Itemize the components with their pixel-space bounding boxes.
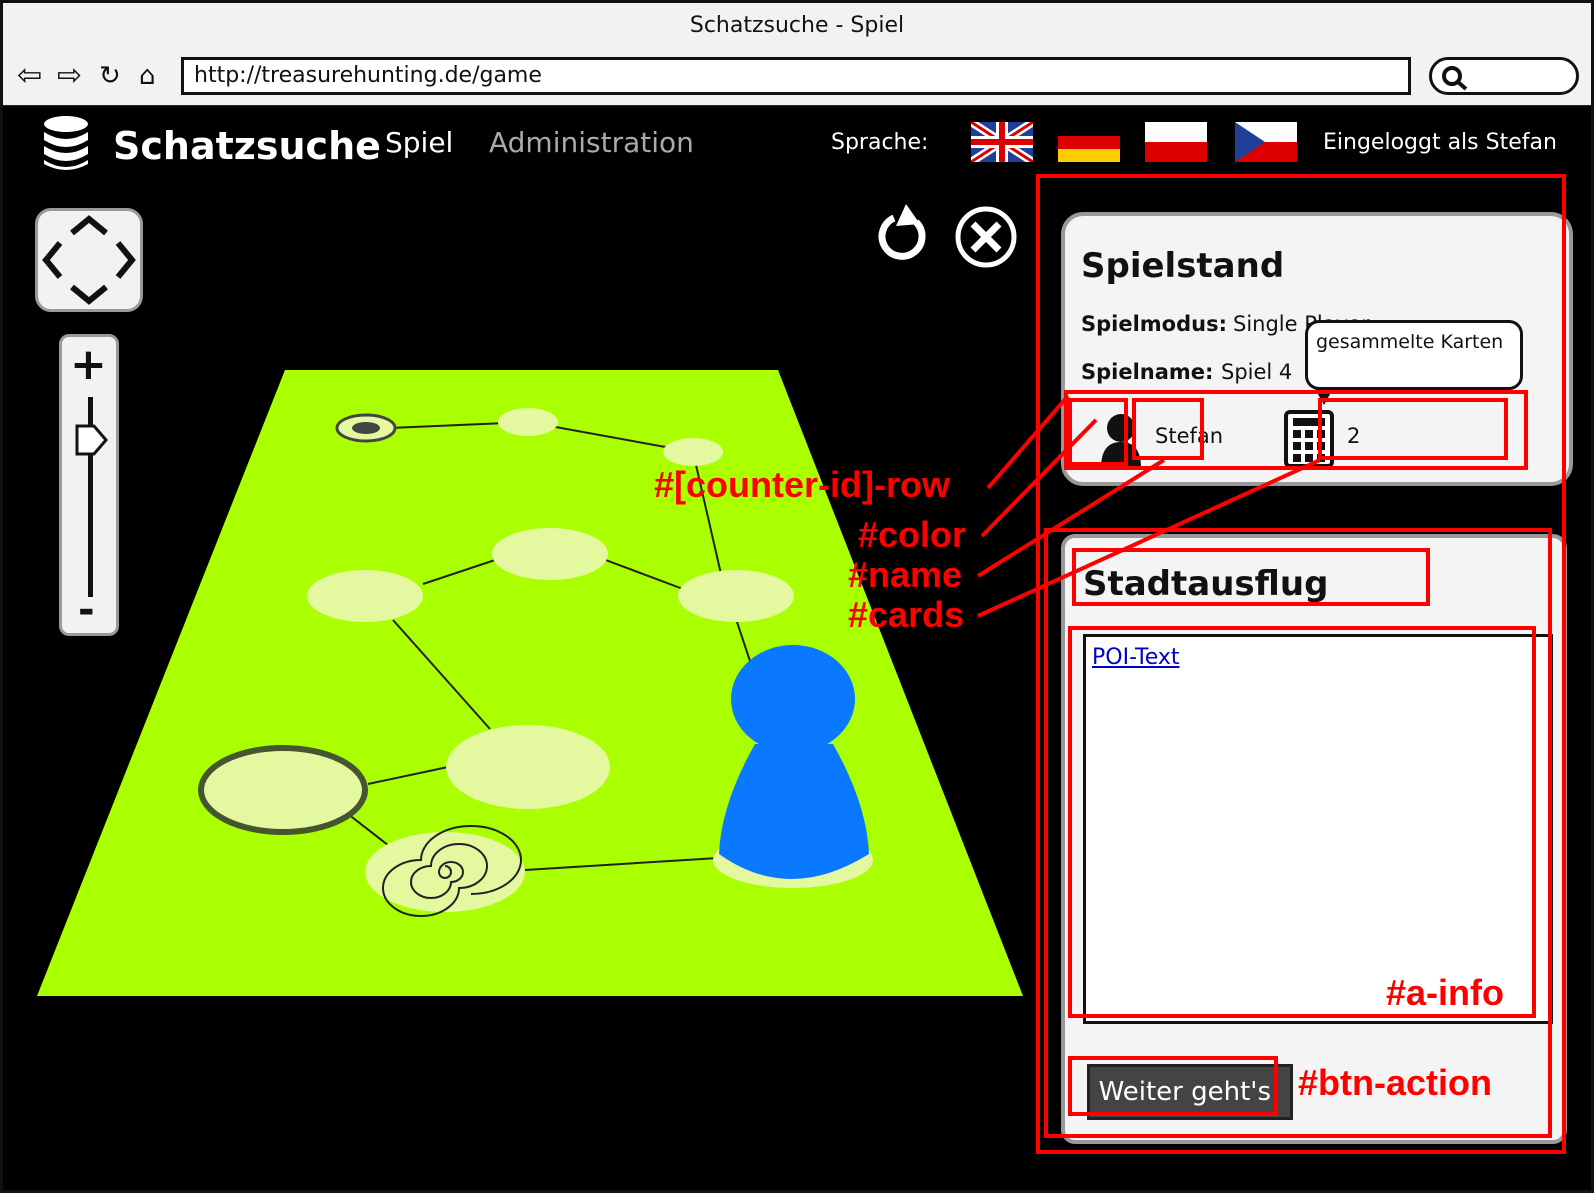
pan-control[interactable] [35,208,143,312]
annotation-row: #[counter-id]-row [654,464,950,505]
database-logo-icon [44,116,88,170]
board-field [307,570,423,622]
name-highlight [1132,398,1204,460]
zoom-in-icon[interactable]: + [70,339,107,390]
game-board[interactable] [3,184,1047,1190]
zoom-control[interactable]: + - [59,334,119,636]
search-icon [1442,66,1468,91]
annotation-action: #btn-action [1298,1062,1492,1103]
browser-toolbar: ⇦ ⇨ ↻ ⌂ http://treasurehunting.de/game [3,49,1591,107]
info-highlight [1068,626,1536,1018]
home-icon[interactable]: ⌂ [139,59,156,93]
annotation-info: #a-info [1386,972,1505,1013]
board-field [498,408,558,436]
flag-czech-icon[interactable] [1235,122,1297,162]
annotation-name: #name [848,554,963,595]
board-field-start [198,745,368,835]
pan-arrows-icon[interactable] [38,211,140,309]
button-highlight [1068,1056,1278,1116]
refresh-icon[interactable] [876,202,932,264]
login-status: Eingeloggt als Stefan [1323,130,1557,155]
reload-icon[interactable]: ↻ [99,59,121,93]
nav-spiel[interactable]: Spiel [385,126,453,159]
app-header: Schatzsuche Spiel Administration Sprache… [3,106,1591,184]
window-title: Schatzsuche - Spiel [3,3,1591,49]
flag-poland-icon[interactable] [1145,122,1207,162]
title-highlight [1072,548,1430,606]
nav-administration[interactable]: Administration [489,126,694,159]
brand-title[interactable]: Schatzsuche [113,124,381,168]
board-field [663,438,723,466]
back-icon[interactable]: ⇦ [17,59,42,93]
color-highlight [1068,398,1128,466]
cards-highlight [1318,398,1508,460]
game-area[interactable]: + - [3,184,1047,1190]
annotation-cards: #cards [848,594,965,635]
url-input[interactable]: http://treasurehunting.de/game [181,57,1411,95]
close-icon[interactable] [953,204,1019,270]
forward-icon[interactable]: ⇨ [57,59,82,93]
board-field [492,528,608,580]
board-field [446,725,610,809]
annotation-color: #color [858,514,967,555]
language-label: Sprache: [831,130,929,155]
browser-search-input[interactable] [1429,57,1579,95]
board-field [678,570,794,622]
flag-germany-icon[interactable] [1058,122,1120,162]
zoom-out-icon[interactable]: - [78,587,95,633]
flag-uk-icon[interactable] [971,122,1033,162]
zoom-slider-thumb[interactable] [74,423,110,457]
